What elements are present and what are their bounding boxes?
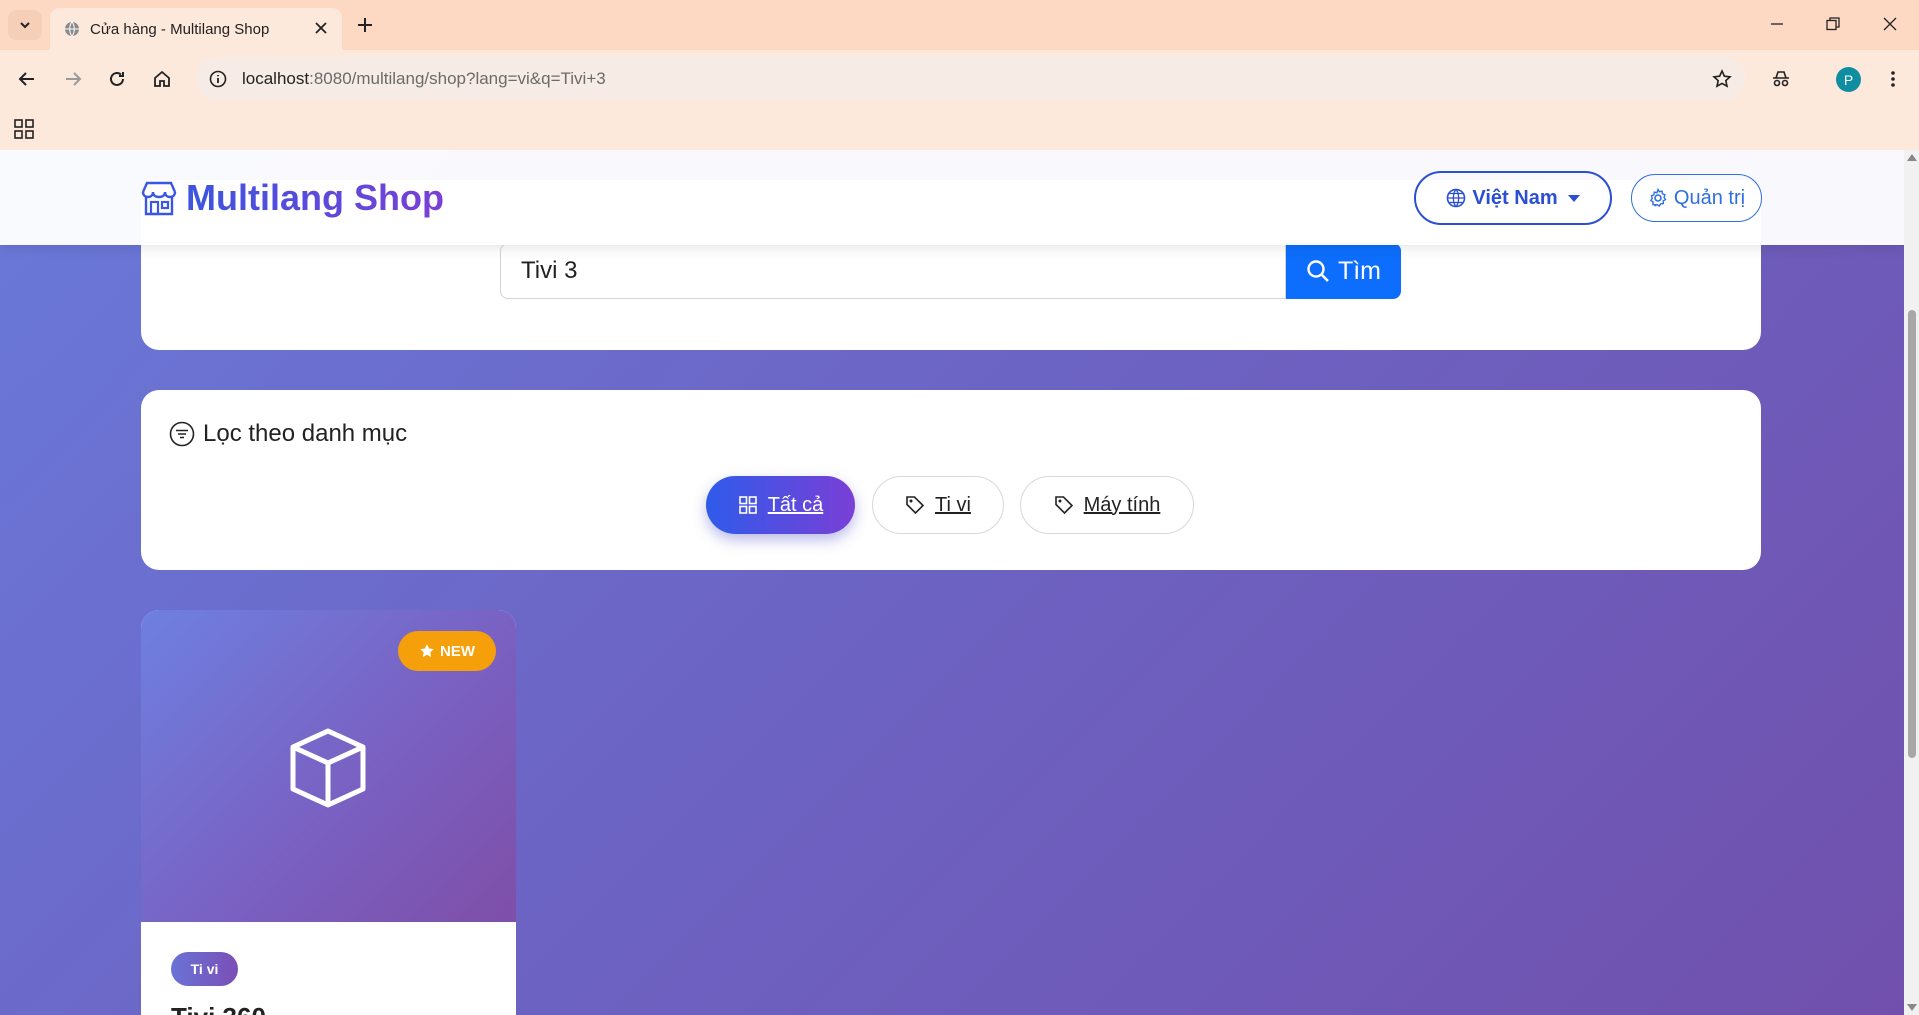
scroll-thumb[interactable] <box>1908 310 1916 758</box>
profile-avatar[interactable]: P <box>1836 67 1861 92</box>
page-viewport: Tìm Multilang Shop Việt Nam Quản trị Lọc… <box>0 150 1904 1015</box>
search-icon <box>1307 260 1329 282</box>
filter-icon <box>169 421 195 447</box>
site-info-icon[interactable] <box>206 67 230 91</box>
incognito-icon <box>1773 71 1789 87</box>
scroll-down-arrow-icon[interactable] <box>1907 1004 1917 1011</box>
scroll-up-arrow-icon[interactable] <box>1907 154 1917 161</box>
forward-button[interactable] <box>56 62 90 96</box>
chip-label: Tất cả <box>767 493 824 516</box>
category-chip-all[interactable]: Tất cả <box>706 476 855 534</box>
restore-icon <box>1826 17 1840 31</box>
category-filter-card: Lọc theo danh mục Tất cả Ti vi Máy tính <box>141 390 1761 570</box>
language-dropdown[interactable]: Việt Nam <box>1414 171 1612 225</box>
box-icon <box>290 728 366 808</box>
arrow-right-icon <box>66 72 82 86</box>
brand-logo[interactable]: Multilang Shop <box>140 177 444 218</box>
gear-icon <box>1649 188 1667 208</box>
browser-tab[interactable]: Cửa hàng - Multilang Shop <box>50 8 342 50</box>
close-icon <box>315 22 327 34</box>
url-path: :8080/multilang/shop?lang=vi&q=Tivi+3 <box>309 69 606 88</box>
filter-title: Lọc theo danh mục <box>203 420 408 447</box>
admin-button[interactable]: Quản trị <box>1631 174 1762 222</box>
product-card[interactable]: NEW Ti vi Tivi 360 <box>141 610 516 1015</box>
tab-title: Cửa hàng - Multilang Shop <box>90 21 270 38</box>
plus-icon <box>358 18 372 32</box>
new-badge: NEW <box>398 631 496 671</box>
product-image: NEW <box>141 610 516 922</box>
more-vertical-icon <box>1891 71 1895 87</box>
category-chip-tivi[interactable]: Ti vi <box>872 476 1004 534</box>
browser-toolbar: localhost:8080/multilang/shop?lang=vi&q=… <box>0 50 1919 108</box>
search-button-label: Tìm <box>1337 256 1382 285</box>
minimize-button[interactable] <box>1757 8 1797 40</box>
new-badge-label: NEW <box>440 642 475 660</box>
reload-icon <box>110 71 124 86</box>
back-button[interactable] <box>10 62 44 96</box>
chip-label: Ti vi <box>935 493 971 516</box>
grid-icon <box>738 496 757 514</box>
filter-heading: Lọc theo danh mục <box>169 420 407 448</box>
address-bar[interactable]: localhost:8080/multilang/shop?lang=vi&q=… <box>196 57 1746 101</box>
home-icon <box>154 70 170 87</box>
chevron-down-icon <box>20 22 30 29</box>
restore-button[interactable] <box>1813 8 1853 40</box>
minimize-icon <box>1771 23 1783 25</box>
url-text: localhost:8080/multilang/shop?lang=vi&q=… <box>242 69 606 89</box>
tab-close-button[interactable] <box>310 17 332 39</box>
tag-icon <box>906 496 925 515</box>
bookmarks-bar <box>0 108 1919 150</box>
incognito-button[interactable] <box>1764 62 1798 96</box>
page-scrollbar[interactable] <box>1904 150 1919 1015</box>
chip-label: Máy tính <box>1083 493 1161 516</box>
bookmark-star-icon[interactable] <box>1710 67 1734 91</box>
language-label: Việt Nam <box>1472 186 1558 209</box>
tag-icon <box>1054 496 1073 515</box>
new-tab-button[interactable] <box>352 12 378 38</box>
site-header: Multilang Shop Việt Nam Quản trị <box>0 150 1904 245</box>
category-chip-computer[interactable]: Máy tính <box>1020 476 1194 534</box>
product-name[interactable]: Tivi 360 <box>171 1002 266 1015</box>
close-icon <box>1883 17 1897 31</box>
globe-icon <box>65 21 79 37</box>
apps-grid-icon[interactable] <box>12 117 36 141</box>
tab-search-button[interactable] <box>8 10 42 40</box>
arrow-left-icon <box>18 72 34 86</box>
menu-button[interactable] <box>1876 62 1910 96</box>
close-window-button[interactable] <box>1870 8 1910 40</box>
globe-icon <box>1447 188 1466 208</box>
browser-tab-bar: Cửa hàng - Multilang Shop <box>0 0 1919 50</box>
search-input[interactable] <box>500 243 1286 299</box>
home-button[interactable] <box>145 62 179 96</box>
caret-down-icon <box>1567 194 1580 202</box>
admin-label: Quản trị <box>1673 186 1746 209</box>
reload-button[interactable] <box>100 62 134 96</box>
search-button[interactable]: Tìm <box>1286 243 1401 299</box>
product-category-badge: Ti vi <box>171 952 238 986</box>
shop-icon <box>141 181 177 216</box>
url-host: localhost <box>242 69 310 88</box>
brand-name: Multilang Shop <box>186 177 444 218</box>
star-icon <box>420 644 434 658</box>
